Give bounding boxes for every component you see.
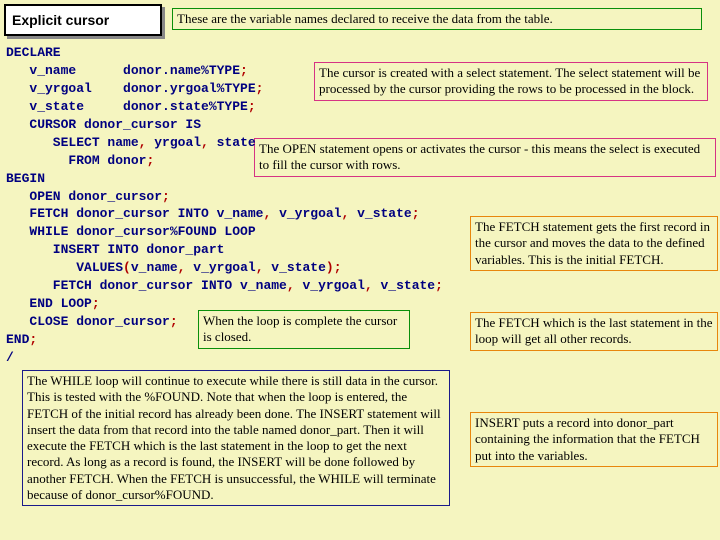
code-punct: , — [365, 278, 373, 293]
code-punct: ; — [412, 206, 420, 221]
code-line: FROM donor — [6, 153, 146, 168]
code-line: WHILE donor_cursor%FOUND LOOP — [6, 224, 256, 239]
code-punct: , — [256, 260, 264, 275]
code-line: DECLARE — [6, 45, 61, 60]
annot-fetch-first: The FETCH statement gets the first recor… — [470, 216, 718, 271]
code-punct: ; — [146, 153, 154, 168]
code-line: BEGIN — [6, 171, 45, 186]
code-line: v_yrgoal — [271, 206, 341, 221]
code-block: DECLARE v_name donor.name%TYPE; v_yrgoal… — [6, 44, 443, 367]
code-line: v_state — [349, 206, 411, 221]
code-line: SELECT name — [6, 135, 139, 150]
code-punct: ; — [240, 63, 248, 78]
code-punct: ; — [92, 296, 100, 311]
code-line: yrgoal — [146, 135, 201, 150]
annot-insert-stmt: INSERT puts a record into donor_part con… — [470, 412, 718, 467]
code-line: v_state — [373, 278, 435, 293]
code-line: v_yrgoal — [295, 278, 365, 293]
code-line: / — [6, 350, 14, 365]
code-line: v_state donor.state%TYPE — [6, 99, 248, 114]
code-line: END LOOP — [6, 296, 92, 311]
code-line: FETCH donor_cursor INTO v_name — [6, 278, 287, 293]
code-punct: ; — [170, 314, 178, 329]
code-line: VALUES — [6, 260, 123, 275]
code-line: v_state — [264, 260, 326, 275]
code-punct: ); — [326, 260, 342, 275]
code-line: v_name — [131, 260, 178, 275]
annot-fetch-last: The FETCH which is the last statement in… — [470, 312, 718, 351]
title-box: Explicit cursor — [4, 4, 162, 36]
code-line: FETCH donor_cursor INTO v_name — [6, 206, 263, 221]
annot-variable-names: These are the variable names declared to… — [172, 8, 702, 30]
code-punct: ; — [29, 332, 37, 347]
code-line: state — [209, 135, 256, 150]
code-line: v_yrgoal donor.yrgoal%TYPE — [6, 81, 256, 96]
title-text: Explicit cursor — [12, 12, 109, 28]
code-punct: ; — [162, 189, 170, 204]
code-line: v_name donor.name%TYPE — [6, 63, 240, 78]
code-punct: ; — [248, 99, 256, 114]
code-line: CURSOR donor_cursor IS — [6, 117, 201, 132]
code-punct: ; — [435, 278, 443, 293]
code-punct: ( — [123, 260, 131, 275]
code-line: OPEN donor_cursor — [6, 189, 162, 204]
code-punct: ; — [256, 81, 264, 96]
code-line: CLOSE donor_cursor — [6, 314, 170, 329]
code-line: v_yrgoal — [185, 260, 255, 275]
code-line: END — [6, 332, 29, 347]
code-punct: , — [201, 135, 209, 150]
annot-while-loop: The WHILE loop will continue to execute … — [22, 370, 450, 506]
code-line: INSERT INTO donor_part — [6, 242, 224, 257]
code-punct: , — [287, 278, 295, 293]
